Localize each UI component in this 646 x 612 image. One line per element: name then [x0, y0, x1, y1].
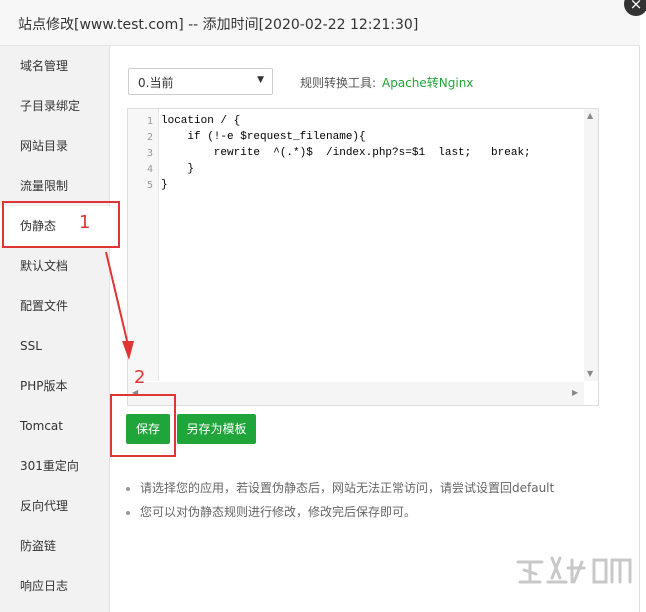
code-line: }: [161, 163, 195, 175]
line-number-gutter: 1 2 3 4 5: [128, 109, 159, 381]
line-number: 1: [146, 116, 153, 127]
apache-to-nginx-link[interactable]: Apache转Nginx: [382, 74, 473, 91]
dialog-title: 站点修改[www.test.com] -- 添加时间[2020-02-22 12…: [18, 17, 419, 33]
rewrite-panel: 0.当前 ▼ 规则转换工具: Apache转Nginx 1 2 3 4 5 lo…: [110, 46, 640, 612]
rewrite-code-editor[interactable]: 1 2 3 4 5 location / { if (!-e $request_…: [127, 108, 599, 406]
bullet-icon: [126, 486, 130, 491]
sidebar-item-reverse-proxy[interactable]: 反向代理: [0, 486, 110, 526]
annotation-box-step2: [110, 394, 176, 457]
sidebar-item-site-directory[interactable]: 网站目录: [0, 126, 110, 166]
scroll-up-icon[interactable]: ▲: [587, 111, 593, 120]
bullet-icon: [126, 510, 130, 515]
annotation-box-step1: [2, 201, 120, 248]
chevron-down-icon: ▼: [257, 75, 264, 85]
sidebar-item-301-redirect[interactable]: 301重定向: [0, 446, 110, 486]
scroll-right-icon[interactable]: ▶: [572, 388, 578, 397]
dialog-title-bar: 站点修改[www.test.com] -- 添加时间[2020-02-22 12…: [0, 0, 640, 46]
selected-version: 0.当前: [138, 76, 174, 90]
scroll-down-icon[interactable]: ▼: [587, 369, 593, 378]
sidebar-item-default-document[interactable]: 默认文档: [0, 246, 110, 286]
sidebar-item-traffic-limit[interactable]: 流量限制: [0, 166, 110, 206]
code-line: }: [161, 179, 168, 191]
sidebar: 域名管理 子目录绑定 网站目录 流量限制 伪静态 默认文档 配置文件 SSL P…: [0, 46, 110, 612]
code-line: rewrite ^(.*)$ /index.php?s=$1 last; bre…: [161, 147, 531, 159]
tip-item: 请选择您的应用，若设置伪静态后，网站无法正常访问，请尝试设置回default: [126, 479, 554, 496]
line-number: 2: [146, 132, 153, 143]
annotation-number-2: 2: [134, 367, 146, 388]
horizontal-scrollbar[interactable]: ◀ ▶: [128, 382, 584, 405]
save-as-template-button[interactable]: 另存为模板: [177, 414, 256, 444]
sidebar-item-php-version[interactable]: PHP版本: [0, 366, 110, 406]
sidebar-item-tomcat[interactable]: Tomcat: [0, 406, 110, 446]
tip-text: 您可以对伪静态规则进行修改，修改完后保存即可。: [140, 505, 417, 519]
code-line: location / {: [161, 115, 241, 127]
sidebar-item-domain[interactable]: 域名管理: [0, 46, 110, 86]
tip-text: 请选择您的应用，若设置伪静态后，网站无法正常访问，请尝试设置回default: [140, 481, 555, 495]
rewrite-version-select[interactable]: 0.当前 ▼: [128, 68, 273, 95]
sidebar-item-ssl[interactable]: SSL: [0, 326, 110, 366]
code-line: if (!-e $request_filename){: [161, 131, 366, 143]
site-edit-dialog: 站点修改[www.test.com] -- 添加时间[2020-02-22 12…: [0, 0, 640, 612]
tip-item: 您可以对伪静态规则进行修改，修改完后保存即可。: [126, 503, 416, 520]
sidebar-item-subdir-binding[interactable]: 子目录绑定: [0, 86, 110, 126]
sidebar-item-response-log[interactable]: 响应日志: [0, 566, 110, 606]
sidebar-item-config-file[interactable]: 配置文件: [0, 286, 110, 326]
vertical-scrollbar[interactable]: ▲ ▼: [584, 109, 598, 381]
line-number: 3: [146, 148, 153, 159]
sidebar-item-hotlink-protection[interactable]: 防盗链: [0, 526, 110, 566]
annotation-number-1: 1: [79, 212, 91, 233]
watermark-logo-icon: [516, 556, 632, 584]
line-number: 5: [146, 180, 153, 191]
line-number: 4: [146, 164, 153, 175]
rule-convert-label: 规则转换工具:: [300, 76, 377, 90]
